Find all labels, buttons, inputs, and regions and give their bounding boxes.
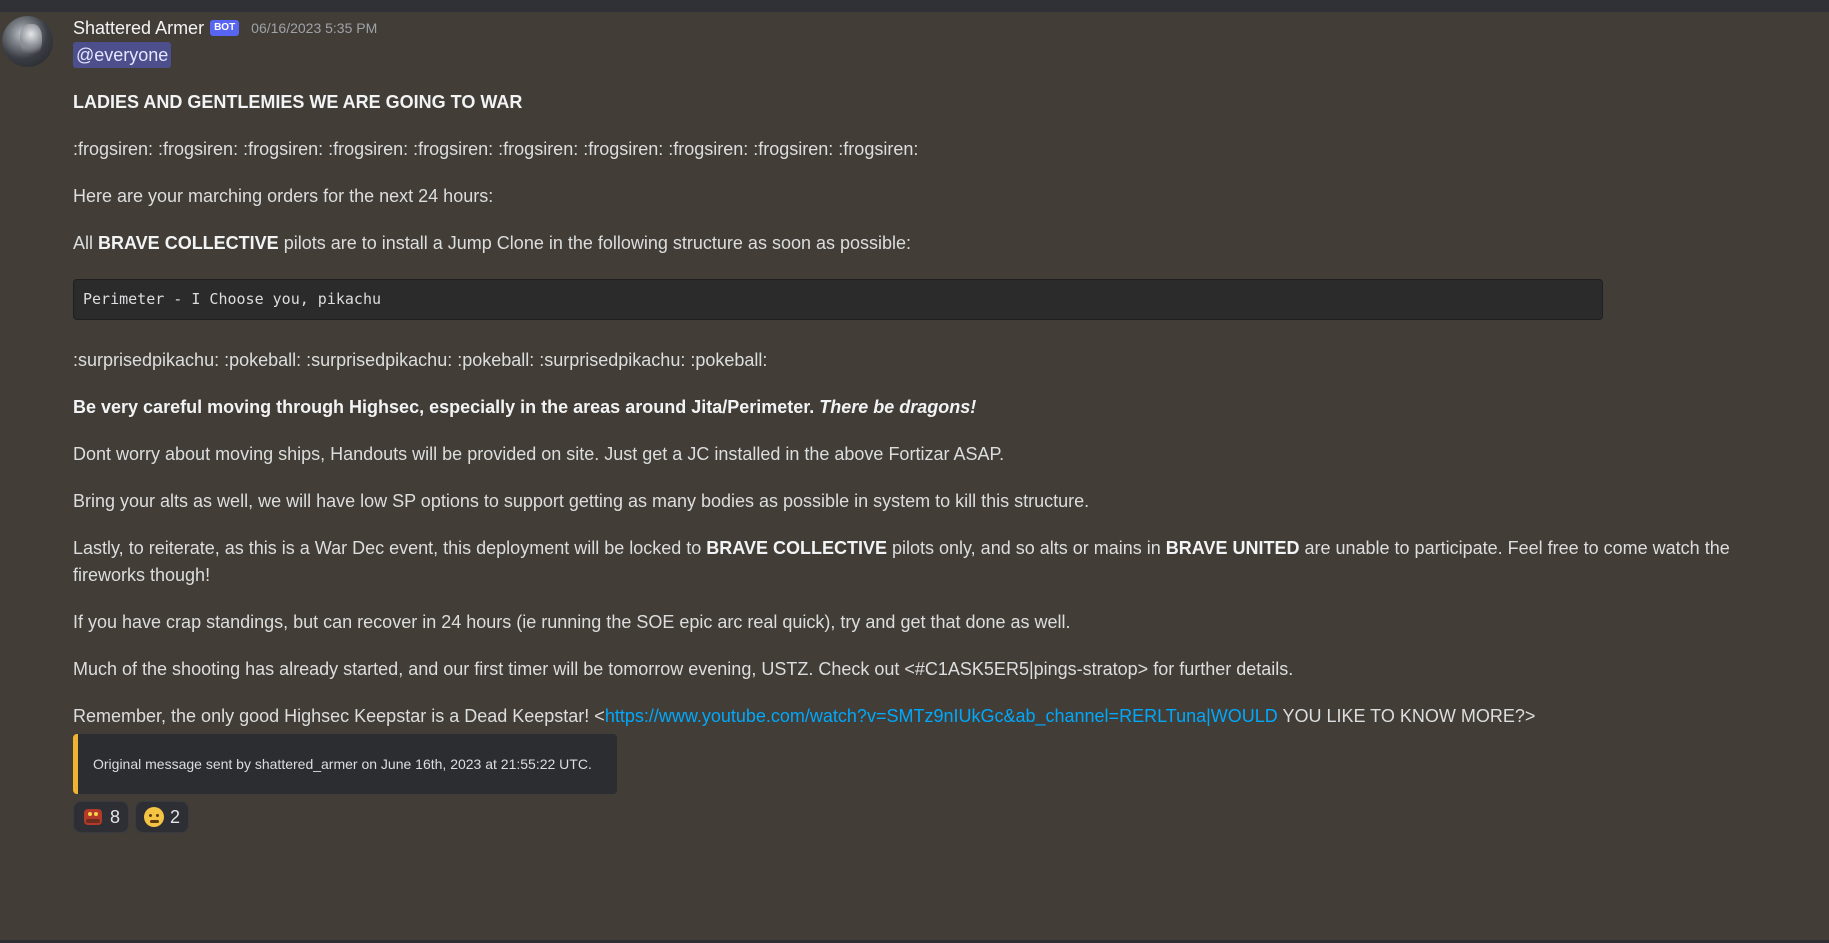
message-header: Shattered Armer BOT 06/16/2023 5:35 PM xyxy=(73,14,1793,42)
frogsiren-line: :frogsiren: :frogsiren: :frogsiren: :fro… xyxy=(73,139,919,159)
careful-bold: Be very careful moving through Highsec, … xyxy=(73,397,820,417)
remember-prefix: Remember, the only good Highsec Keepstar… xyxy=(73,706,605,726)
remember-suffix: YOU LIKE TO KNOW MORE?> xyxy=(1277,706,1536,726)
top-divider xyxy=(0,0,1829,12)
bot-tag: BOT xyxy=(210,20,240,36)
embed-text: Original message sent by shattered_armer… xyxy=(93,756,592,772)
jc-prefix: All xyxy=(73,233,99,253)
alts-line: Bring your alts as well, we will have lo… xyxy=(73,491,1090,511)
lastly-bold-1: BRAVE COLLECTIVE xyxy=(706,538,887,558)
lastly-text-2: pilots only, and so alts or mains in xyxy=(886,538,1166,558)
reaction-count: 2 xyxy=(170,806,181,827)
username[interactable]: Shattered Armer xyxy=(73,18,204,39)
marching-orders-line: Here are your marching orders for the ne… xyxy=(73,186,494,206)
timestamp[interactable]: 06/16/2023 5:35 PM xyxy=(251,20,377,36)
ships-line: Dont worry about moving ships, Handouts … xyxy=(73,444,1005,464)
message-heading: LADIES AND GENTLEMIES WE ARE GOING TO WA… xyxy=(73,92,523,112)
message: Shattered Armer BOT 06/16/2023 5:35 PM @… xyxy=(73,14,1793,833)
lastly-line: Lastly, to reiterate, as this is a War D… xyxy=(73,535,1793,589)
everyone-mention[interactable]: @everyone xyxy=(73,42,172,68)
standings-line: If you have crap standings, but can reco… xyxy=(73,612,1071,632)
reaction-count: 8 xyxy=(110,806,121,827)
lastly-text-1: Lastly, to reiterate, as this is a War D… xyxy=(73,538,707,558)
pikachu-line: :surprisedpikachu: :pokeball: :surprised… xyxy=(73,350,768,370)
careful-italic: There be dragons! xyxy=(819,397,977,417)
original-message-embed: Original message sent by shattered_armer… xyxy=(73,734,617,794)
youtube-link[interactable]: https://www.youtube.com/watch?v=SMTz9nIU… xyxy=(605,706,1278,726)
frogsiren-icon xyxy=(82,807,104,827)
jc-suffix: pilots are to install a Jump Clone in th… xyxy=(278,233,912,253)
shooting-line: Much of the shooting has already started… xyxy=(73,659,1294,679)
reaction-frogsiren[interactable]: 8 xyxy=(73,801,130,833)
reaction-grimace[interactable]: 2 xyxy=(135,801,190,833)
remember-line: Remember, the only good Highsec Keepstar… xyxy=(73,703,1793,730)
lastly-bold-2: BRAVE UNITED xyxy=(1165,538,1300,558)
code-block: Perimeter - I Choose you, pikachu xyxy=(73,279,1603,320)
user-avatar[interactable] xyxy=(2,16,53,67)
careful-line: Be very careful moving through Highsec, … xyxy=(73,394,1793,421)
grimace-face-icon xyxy=(144,807,165,827)
jc-bold: BRAVE COLLECTIVE xyxy=(98,233,279,253)
jump-clone-line: All BRAVE COLLECTIVE pilots are to insta… xyxy=(73,230,1793,257)
reactions-bar: 8 2 xyxy=(73,801,1793,833)
